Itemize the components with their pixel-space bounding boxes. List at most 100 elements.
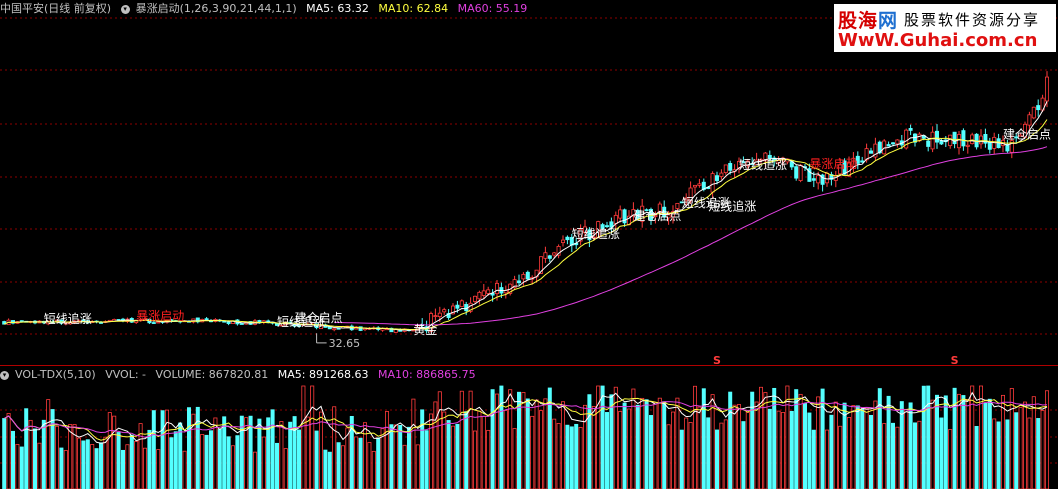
vol-indicator-name[interactable]: VOL-TDX(5,10) — [15, 368, 96, 381]
volume-bar — [301, 385, 306, 489]
volume-bar — [864, 407, 869, 489]
volume-bar — [354, 436, 359, 489]
candle-body — [948, 134, 953, 147]
volume-bar — [208, 430, 213, 489]
volume-bar — [1040, 410, 1045, 489]
candle-body — [552, 252, 557, 256]
candle-body — [728, 163, 733, 171]
volume-bar — [55, 425, 60, 489]
volume-bar — [627, 408, 632, 489]
volume-bar — [33, 428, 38, 489]
volume-bar — [420, 409, 425, 489]
volume-bar — [609, 394, 614, 489]
candle-body — [459, 300, 464, 308]
candle-body — [926, 140, 931, 147]
price-panel[interactable] — [2, 71, 1050, 334]
volume-bar — [917, 420, 922, 489]
volume-bar — [358, 437, 363, 489]
volume-bar — [719, 422, 724, 489]
logo-slogan: 股票软件资源分享 — [904, 11, 1041, 29]
volume-bar — [512, 428, 517, 489]
candle-body — [794, 166, 799, 179]
candle-body — [239, 323, 244, 325]
volume-bar — [142, 447, 147, 489]
volume-bar — [904, 409, 909, 489]
signal-label-signal: 短线追涨 — [708, 199, 756, 214]
volume-bar — [1005, 419, 1010, 489]
volume-bar — [296, 429, 301, 489]
kline-chart[interactable]: 短线追涨 暴涨启动 短线追涨建仓启点黄金短线追涨建仓启点短线追涨短线追涨短线追涨 暴涨… — [0, 0, 1058, 489]
vvol-readout: VVOL: - — [105, 368, 147, 381]
volume-bar — [222, 416, 227, 489]
volume-bar — [252, 451, 257, 489]
volume-bar — [41, 419, 46, 489]
candle-body — [481, 290, 486, 296]
volume-bar — [869, 414, 874, 489]
ma60-line — [334, 146, 1048, 326]
candle-body — [618, 209, 623, 219]
volume-bar — [288, 421, 293, 489]
volume-bar — [1027, 417, 1032, 489]
volume-bar — [855, 405, 860, 489]
volume-bar — [77, 437, 82, 489]
volume-bar — [433, 401, 438, 489]
volume-bar — [46, 399, 51, 489]
volume-bar — [336, 442, 341, 489]
candle-body — [886, 144, 891, 147]
stock-title[interactable]: 中国平安(日线 前复权) — [0, 2, 111, 15]
volume-bar — [684, 417, 689, 489]
volume-bar — [882, 423, 887, 489]
volume-bar — [701, 388, 706, 489]
volume-bar — [561, 401, 566, 489]
volume-bar — [1031, 396, 1036, 489]
volume-bar — [939, 417, 944, 489]
volume-bar — [675, 397, 680, 489]
signal-label-signal: 黄金 — [413, 322, 437, 337]
volume-bar — [622, 402, 627, 489]
candle-body — [521, 273, 526, 280]
volume-bar — [129, 434, 134, 489]
volume-bar — [15, 444, 20, 489]
indicator-dropdown-icon[interactable]: ▾ — [120, 4, 130, 14]
volume-bar — [921, 385, 926, 489]
volume-bar — [134, 441, 139, 489]
volume-bar — [591, 406, 596, 489]
candle-body — [525, 271, 530, 280]
volume-bar — [644, 399, 649, 489]
volume-bar — [327, 451, 332, 489]
volume-bar — [569, 426, 574, 489]
volume-bar — [732, 404, 737, 489]
vol-indicator-dropdown-icon[interactable]: ▾ — [0, 370, 9, 380]
volume-bar — [948, 429, 953, 489]
volume-bar — [688, 422, 693, 489]
candle-body — [1045, 76, 1050, 102]
volume-bar — [943, 395, 948, 489]
volume-bar — [1023, 401, 1028, 489]
ma5-line — [3, 101, 1048, 331]
volume-bar — [565, 424, 570, 489]
volume-bar — [776, 410, 781, 489]
volume-bar — [715, 429, 720, 489]
volume-bar — [877, 388, 882, 489]
indicator-name[interactable]: 暴涨启动(1,26,3,90,21,44,1,1) — [136, 2, 297, 15]
candle-body — [1031, 106, 1036, 119]
volume-bar — [1036, 418, 1041, 489]
candle-body — [798, 164, 803, 182]
volume-bar — [653, 401, 658, 489]
volume-bar — [314, 430, 319, 489]
volume-bar — [618, 411, 623, 489]
volume-bar — [605, 412, 610, 489]
candle-body — [723, 164, 728, 173]
volume-bar — [671, 411, 676, 489]
candle-body — [957, 134, 962, 149]
candle-body — [455, 304, 460, 309]
volume-bar — [789, 410, 794, 489]
candle-body — [442, 309, 447, 313]
candle-body — [675, 202, 680, 209]
signal-label-signal: 短线追涨 — [739, 157, 787, 172]
volume-bar — [891, 422, 896, 489]
volume-bar — [706, 417, 711, 489]
volume-bar — [6, 413, 11, 489]
volume-bar — [200, 434, 205, 489]
volume-bar — [816, 396, 821, 489]
